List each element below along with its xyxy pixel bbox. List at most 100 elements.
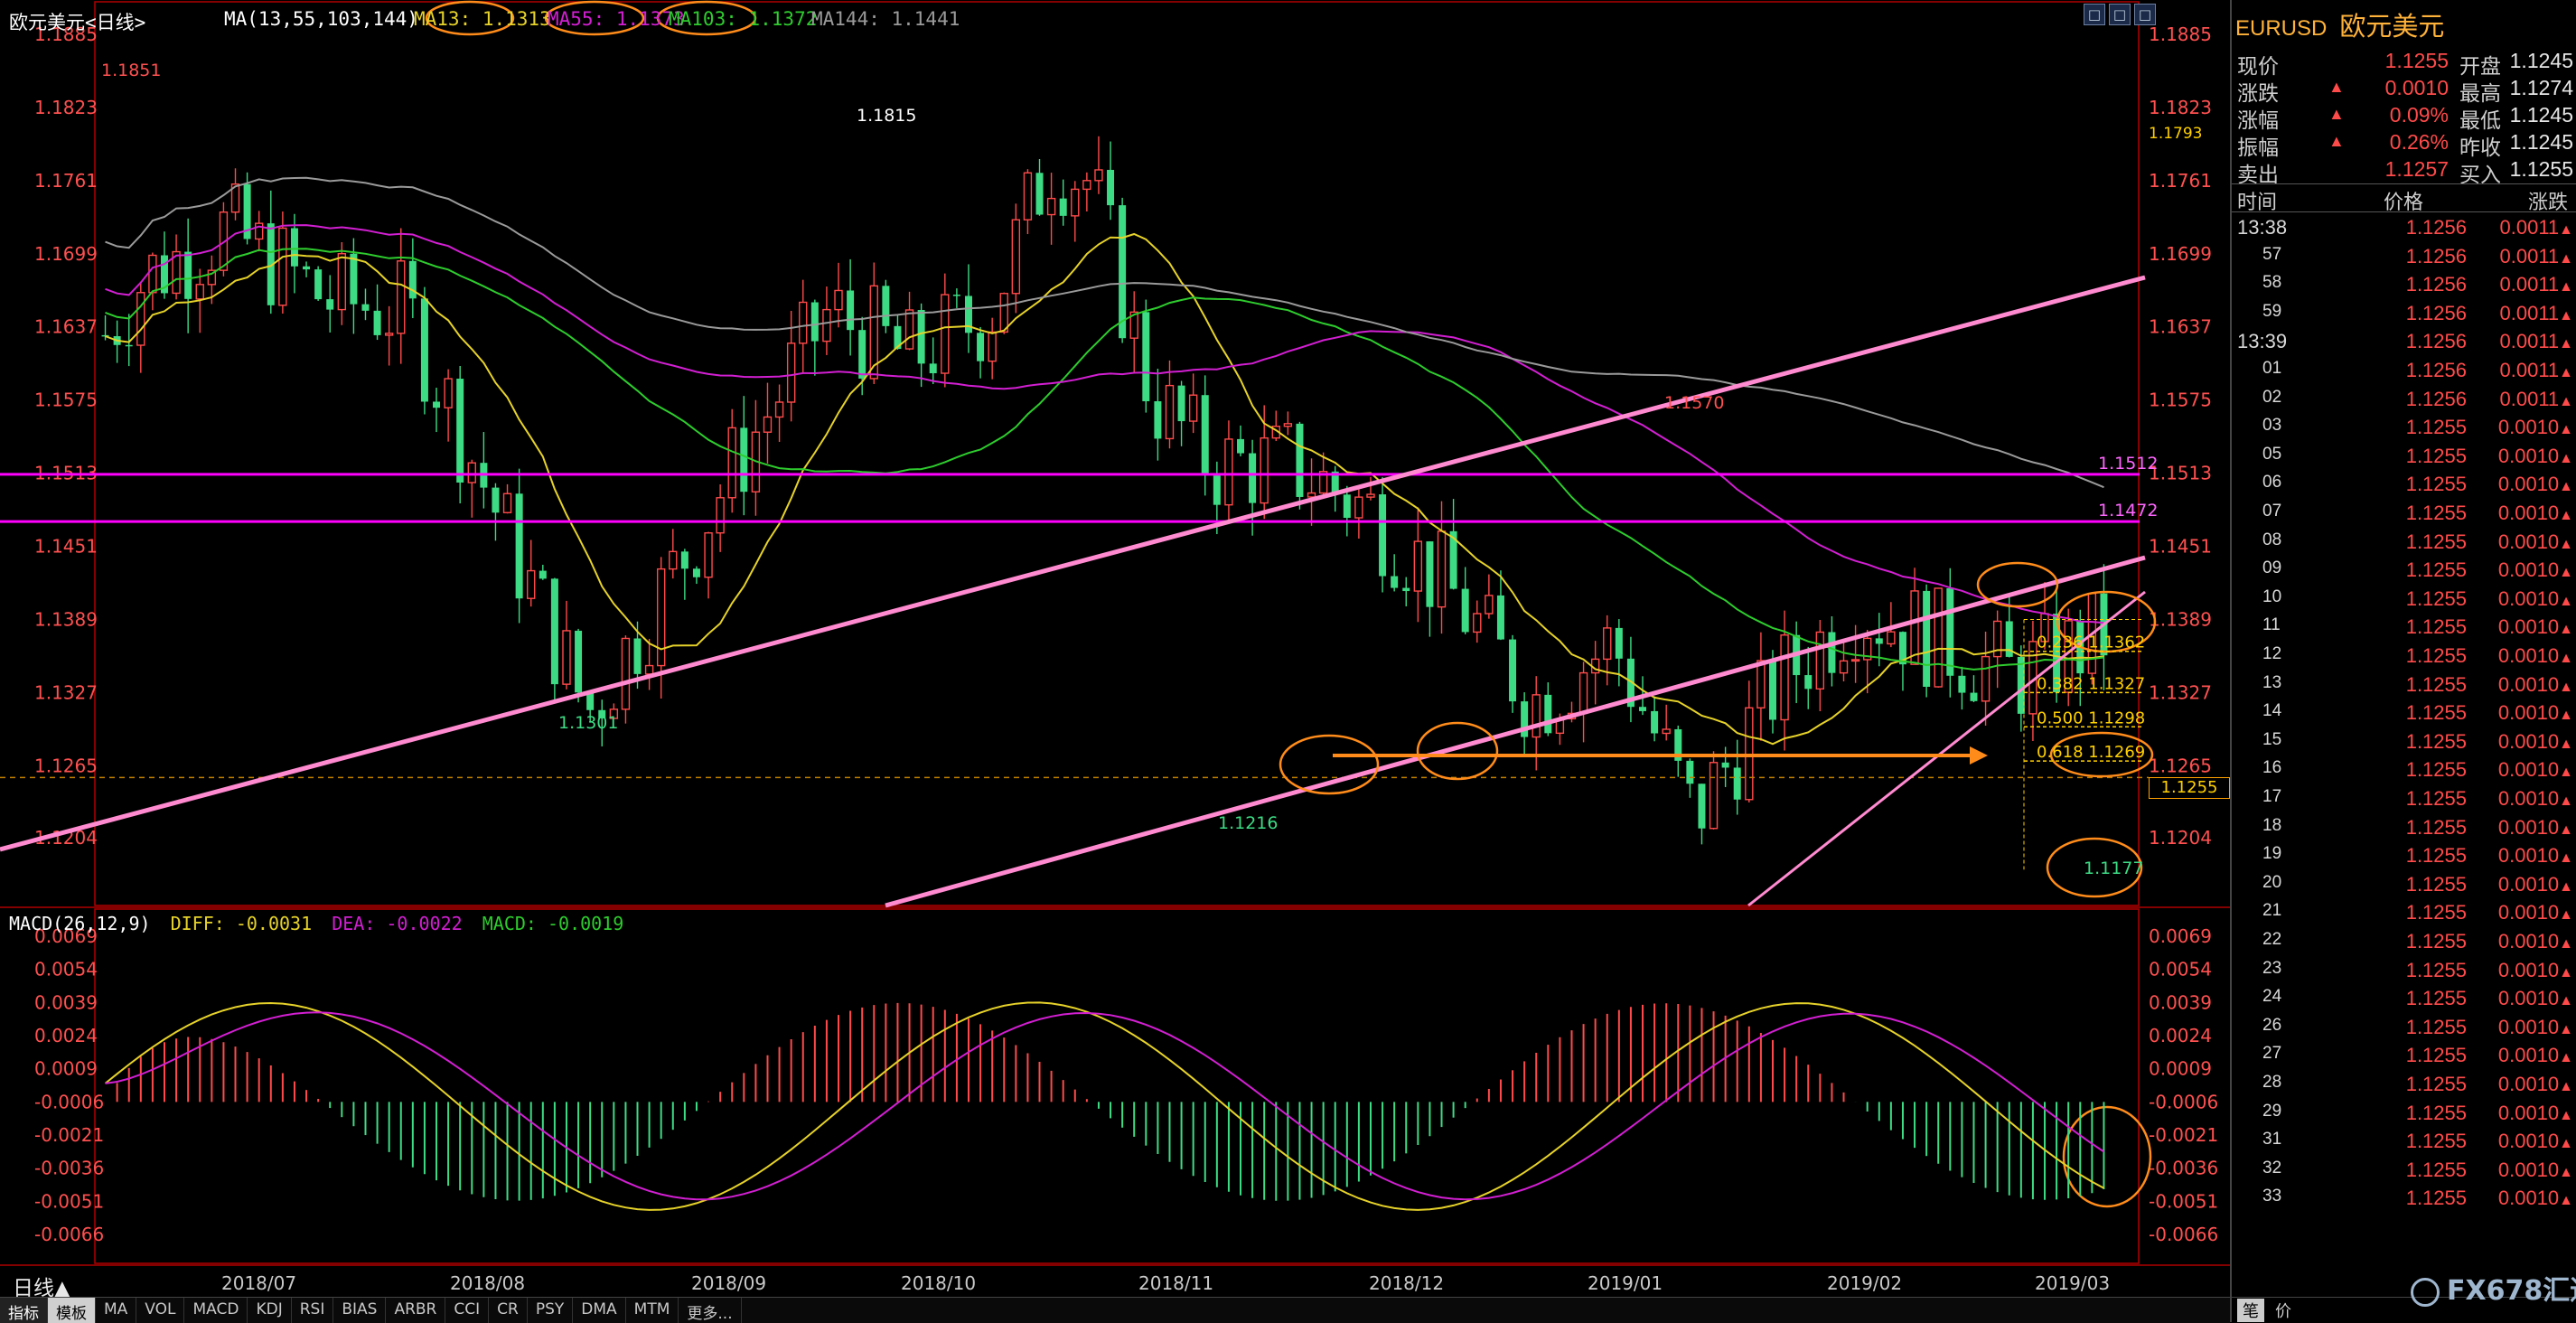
candle-body	[1828, 632, 1836, 673]
candle-body	[384, 333, 394, 336]
ma13-value: MA13: 1.1313	[414, 8, 551, 30]
up-arrow-icon: ▲	[2559, 1079, 2573, 1094]
candle-body	[763, 416, 773, 433]
tab-template[interactable]: 模板	[48, 1298, 96, 1323]
tick-change-value: 0.0011	[2499, 387, 2560, 410]
highlight-circle	[1416, 721, 1499, 781]
up-arrow-icon: ▲	[2559, 964, 2573, 981]
price-chart-svg[interactable]: 1.1885 1.18851.1823 1.18231.1761 1.17611.16…	[0, 0, 2230, 1322]
tick-time: 22	[2262, 930, 2282, 949]
candle-body	[290, 228, 298, 267]
up-arrow-icon: ▲	[2559, 450, 2573, 466]
chart-area[interactable]: 1.1885 1.1885 1.1823 1.1823 1.1761 1.1761 1.16…	[0, 0, 2230, 1323]
candle-body	[1260, 436, 1269, 504]
candle-body	[727, 427, 736, 499]
date-label: 2018/11	[1138, 1272, 1214, 1294]
candle-body	[1473, 613, 1482, 633]
tab-cr[interactable]: CR	[489, 1298, 528, 1323]
tick-change-value: 0.0010	[2497, 416, 2560, 439]
candle-body	[1923, 590, 1931, 687]
tick-change: 0.0010▲	[2476, 502, 2573, 525]
tab-ma[interactable]: MA	[96, 1298, 137, 1323]
macd-axis-label: -0.0036	[2149, 1158, 2218, 1179]
tick-price: 1.1255	[2405, 1187, 2467, 1210]
candle-body	[456, 379, 464, 483]
tab-arbr[interactable]: ARBR	[386, 1298, 446, 1323]
tick-time: 09	[2262, 558, 2282, 578]
candle-body	[444, 378, 453, 408]
high-label: 1.1570	[1664, 393, 1724, 413]
tick-change: 0.0010▲	[2476, 844, 2573, 868]
trendline-upper	[0, 275, 2146, 852]
candle-body	[786, 342, 796, 403]
tick-change: 0.0010▲	[2476, 530, 2573, 554]
tab-mtm[interactable]: MTM	[626, 1298, 679, 1323]
candle-body	[1023, 172, 1033, 220]
tab-ticks[interactable]: 笔	[2237, 1299, 2264, 1322]
tick-row: 03 1.1255 0.0010▲	[2232, 414, 2576, 442]
tick-time: 23	[2262, 958, 2282, 978]
tick-time: 11	[2262, 615, 2281, 635]
candle-body	[680, 551, 688, 569]
tab-cci[interactable]: CCI	[445, 1298, 490, 1323]
candle-body	[1981, 655, 1991, 702]
window-buttons: □ □ □	[2084, 4, 2156, 25]
tick-time: 16	[2262, 758, 2282, 778]
tab-more[interactable]: 更多...	[679, 1298, 742, 1323]
up-arrow-icon: ▲	[2559, 878, 2573, 895]
tick-change-value: 0.0010	[2497, 901, 2560, 924]
price-frame	[94, 1, 2140, 906]
tick-change-value: 0.0010	[2497, 1101, 2560, 1124]
tick-price: 1.1256	[2405, 387, 2467, 410]
quote-value: 0.0010	[2384, 76, 2449, 99]
tab-price[interactable]: 价	[2275, 1299, 2291, 1322]
up-arrow-icon: ▲	[2559, 1193, 2573, 1209]
tick-price: 1.1255	[2405, 787, 2467, 810]
tab-dma[interactable]: DMA	[573, 1298, 626, 1323]
price-axis-label: 1.1389	[34, 608, 98, 630]
candle-body	[278, 227, 287, 306]
tick-change-value: 0.0010	[2497, 1158, 2560, 1181]
candle-body	[326, 299, 334, 310]
tick-change: 0.0010▲	[2476, 416, 2573, 439]
tab-vol[interactable]: VOL	[136, 1298, 185, 1323]
tick-row: 05 1.1255 0.0010▲	[2232, 443, 2576, 471]
macd-axis-label: -0.0051	[34, 1190, 104, 1212]
tick-row: 20 1.1255 0.0010▲	[2232, 871, 2576, 899]
quote-row: 涨幅 ▲ 0.09% 最低 1.1245	[2232, 101, 2576, 132]
tab-rsi[interactable]: RSI	[292, 1298, 334, 1323]
tab-indicator[interactable]: 指标	[0, 1298, 48, 1323]
close-icon[interactable]: □	[2134, 4, 2156, 25]
restore-icon[interactable]: □	[2084, 4, 2105, 25]
tick-change: 0.0010▲	[2476, 473, 2573, 496]
tab-psy[interactable]: PSY	[528, 1298, 574, 1323]
low-label: 1.1177	[2084, 859, 2143, 878]
candle-body	[1391, 576, 1399, 588]
macd-axis-label: -0.0021	[34, 1124, 104, 1146]
tab-kdj[interactable]: KDJ	[248, 1298, 292, 1323]
tick-change-value: 0.0010	[2497, 502, 2560, 524]
tab-macd[interactable]: MACD	[184, 1298, 248, 1323]
candle-body	[1082, 180, 1091, 191]
tick-change-value: 0.0010	[2497, 987, 2560, 1010]
arrow-head-icon	[1970, 746, 1988, 765]
tick-row: 29 1.1255 0.0010▲	[2232, 1100, 2576, 1128]
maximize-icon[interactable]: □	[2109, 4, 2131, 25]
tab-bias[interactable]: BIAS	[333, 1298, 387, 1323]
tick-header-change: 涨跌	[2528, 191, 2569, 213]
fib-label: 0.618 1.1269	[2037, 743, 2145, 762]
candle-body	[1011, 219, 1021, 295]
macd-axis-label: 0.0009	[34, 1058, 98, 1080]
candle-body	[882, 286, 890, 326]
candle-body	[1958, 675, 1966, 693]
candle-body	[1283, 423, 1293, 427]
candle-body	[704, 532, 713, 578]
macd-axis-label: 0.0009	[2149, 1058, 2212, 1080]
candle-body	[1544, 694, 1552, 734]
tick-row: 33 1.1255 0.0010▲	[2232, 1185, 2576, 1213]
candle-body	[810, 302, 819, 342]
tick-time: 14	[2262, 701, 2282, 721]
tick-price: 1.1255	[2405, 729, 2467, 753]
tick-price: 1.1256	[2405, 216, 2467, 239]
tick-row: 22 1.1255 0.0010▲	[2232, 928, 2576, 956]
